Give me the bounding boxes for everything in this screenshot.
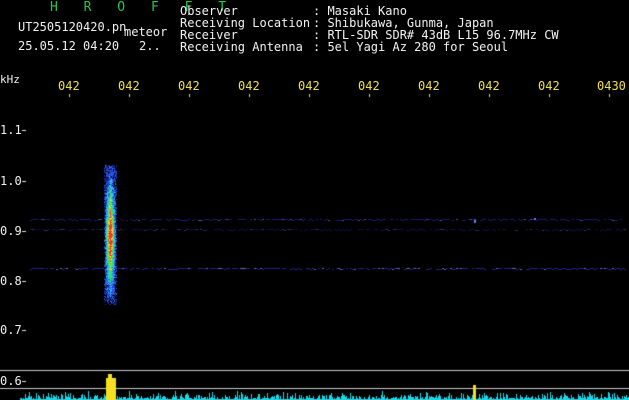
- page-indicator: 2..: [139, 39, 161, 53]
- freq-tick: 0.6: [0, 374, 22, 388]
- freq-unit-label: kHz: [0, 73, 20, 86]
- time-tick: 042: [418, 79, 440, 93]
- freq-tick: 0.7: [0, 323, 22, 337]
- waterfall-spectrogram: [0, 0, 629, 400]
- freq-tick: 1.1: [0, 123, 22, 137]
- info-label-antenna: Receiving Antenna: [180, 40, 303, 54]
- file-name: UT2505120420.pn: [18, 20, 127, 34]
- time-tick: 042: [118, 79, 140, 93]
- freq-tick: 0.9: [0, 224, 22, 238]
- freq-tick: 0.8: [0, 274, 22, 288]
- time-tick: 042: [358, 79, 380, 93]
- time-tick: 0430: [597, 79, 626, 93]
- timestamp: 25.05.12 04:20: [18, 39, 120, 53]
- time-tick: 042: [178, 79, 200, 93]
- time-tick: 042: [298, 79, 320, 93]
- hrofft-screen: { "header": { "app_title": "H R O F F T"…: [0, 0, 629, 400]
- time-tick: 042: [478, 79, 500, 93]
- file-tag: meteor: [124, 25, 168, 39]
- freq-tick: 1.0: [0, 174, 22, 188]
- info-value-antenna: : 5el Yagi Az 280 for Seoul: [313, 40, 509, 54]
- time-tick: 042: [58, 79, 80, 93]
- time-tick: 042: [238, 79, 260, 93]
- time-tick: 042: [538, 79, 560, 93]
